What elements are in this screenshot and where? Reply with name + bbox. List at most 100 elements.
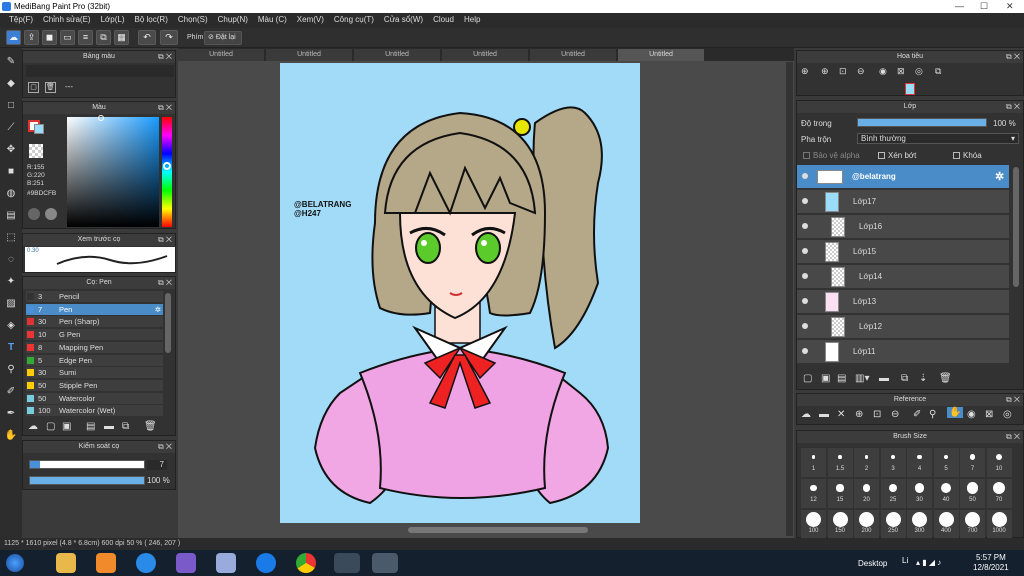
fit-icon[interactable]: ⊡ — [839, 66, 847, 77]
panel-close-icon[interactable]: ⧉ ✕ — [158, 441, 172, 453]
brush-size-option[interactable]: 4 — [907, 448, 932, 477]
rotate-icon[interactable]: ◉ — [879, 66, 887, 77]
brush-delete-icon[interactable]: 🗑 — [144, 421, 157, 432]
layer-item[interactable]: Lớp14 — [797, 265, 1009, 289]
layer-item[interactable]: Lớp15 — [797, 240, 1009, 264]
brush-item[interactable]: 3 Pencil — [26, 291, 163, 302]
zoom-out-icon[interactable]: ⊖ — [857, 66, 865, 77]
ref-reset-icon[interactable]: ◎ — [1003, 409, 1012, 420]
eraser-tool-icon[interactable]: ◆ — [3, 76, 19, 92]
brush-item[interactable]: 30 Pen (Sharp) — [26, 316, 163, 328]
horizontal-scrollbar-thumb[interactable] — [408, 527, 588, 533]
brush-size-option[interactable]: 5 — [933, 448, 959, 477]
new-halftone-layer-icon[interactable]: ▣ — [821, 373, 830, 384]
layer-scrollbar[interactable] — [1013, 167, 1019, 287]
menu-select[interactable]: Chọn(S) — [173, 13, 213, 28]
eye-icon[interactable] — [802, 248, 808, 254]
brush-tool-icon[interactable]: ✎ — [3, 54, 19, 70]
undo-icon[interactable]: ↶ — [138, 30, 156, 45]
redo-icon[interactable]: ↷ — [160, 30, 178, 45]
vertical-scrollbar[interactable] — [786, 62, 793, 536]
layer-item[interactable]: @belatrang ✲ — [797, 165, 1009, 189]
brush-size-slider[interactable] — [29, 460, 145, 469]
ref-close-icon[interactable]: ✕ — [837, 409, 845, 420]
zoom-in-2-icon[interactable]: ⊕ — [821, 66, 829, 77]
desktop-label[interactable]: Desktop — [858, 559, 887, 568]
maximize-icon[interactable]: ☐ — [980, 1, 988, 12]
layer-item[interactable]: Lớp13 — [797, 290, 1009, 314]
close-icon[interactable]: ✕ — [1006, 1, 1014, 12]
eye-icon[interactable] — [802, 198, 808, 204]
brush-size-option[interactable]: 200 — [854, 510, 879, 539]
hand-tool-icon[interactable]: ✋ — [3, 428, 19, 444]
layer-item[interactable]: Lớp16 — [797, 215, 1009, 239]
chrome-icon[interactable] — [296, 553, 316, 573]
file-explorer-icon[interactable] — [56, 553, 76, 573]
select-eraser-icon[interactable]: ◈ — [3, 318, 19, 334]
brush-size-option[interactable]: 1 — [801, 448, 826, 477]
brush-size-option[interactable]: 50 — [960, 479, 985, 508]
brush-size-option[interactable]: 70 — [986, 479, 1012, 508]
blend-mode-select[interactable]: Bình thường ▾ — [857, 133, 1019, 144]
start-button[interactable] — [6, 554, 24, 572]
transparent-swatch[interactable] — [29, 144, 43, 158]
brush-size-option[interactable]: 15 — [827, 479, 853, 508]
brush-size-option[interactable]: 25 — [880, 479, 906, 508]
menu-window[interactable]: Cửa sổ(W) — [379, 13, 428, 28]
add-layer-menu-icon[interactable]: ▥▾ — [855, 373, 869, 384]
tab-untitled-4[interactable]: Untitled — [442, 49, 528, 61]
brush-cloud-icon[interactable]: ☁ — [28, 421, 38, 432]
brush-size-option[interactable]: 40 — [933, 479, 959, 508]
comment-icon[interactable]: ◼ — [42, 30, 57, 45]
gear-icon[interactable]: ✲ — [155, 304, 161, 315]
brush-size-option[interactable]: 1.5 — [827, 448, 853, 477]
brush-size-option[interactable]: 300 — [907, 510, 932, 539]
grid-icon[interactable]: ▦ — [114, 30, 129, 45]
fill-tool-icon[interactable]: ■ — [3, 164, 19, 180]
menu-view[interactable]: Xem(V) — [292, 13, 329, 28]
text-tool-icon[interactable]: T — [3, 340, 19, 356]
menu-help[interactable]: Help — [459, 13, 485, 28]
color-wheel-icon[interactable] — [45, 208, 57, 220]
panel-close-icon[interactable]: ⧉ ✕ — [158, 51, 172, 63]
pen-tool-icon[interactable]: ✒ — [3, 406, 19, 422]
magic-wand-icon[interactable]: ✦ — [3, 274, 19, 290]
gear-icon[interactable]: ✲ — [995, 170, 1004, 183]
line-tool-icon[interactable]: ⟋ — [3, 120, 19, 136]
brush-item[interactable]: 10 G Pen — [26, 329, 163, 341]
chat-icon[interactable]: ▭ — [60, 30, 75, 45]
ref-flip-icon[interactable]: ⊠ — [985, 409, 993, 420]
brush-item[interactable]: 7 Pen ✲ — [26, 303, 163, 315]
ref-fit-icon[interactable]: ⊡ — [873, 409, 881, 420]
layer-item[interactable]: Lớp17 — [797, 190, 1009, 214]
eye-icon[interactable] — [802, 223, 808, 229]
brush-copy-icon[interactable]: ⧉ — [122, 421, 129, 432]
internet-explorer-icon[interactable] — [136, 553, 156, 573]
brush-item[interactable]: 30 Sumi — [26, 367, 163, 379]
eye-icon[interactable] — [802, 348, 808, 354]
select-pen-icon[interactable]: ▨ — [3, 296, 19, 312]
tab-untitled-3[interactable]: Untitled — [354, 49, 440, 61]
ref-rotate-icon[interactable]: ◉ — [967, 409, 976, 420]
artwork-canvas[interactable]: @BELATRANG @H247 — [280, 63, 640, 523]
new-1bit-layer-icon[interactable]: ▤ — [837, 373, 846, 384]
duplicate-layer-icon[interactable]: ⧉ — [901, 373, 908, 384]
eye-icon[interactable] — [802, 323, 808, 329]
menu-layer[interactable]: Lớp(L) — [96, 13, 130, 28]
brush-size-option[interactable]: 250 — [880, 510, 906, 539]
operation-tool-icon[interactable]: ⚲ — [3, 362, 19, 378]
ref-zoom-in-icon[interactable]: ⊕ — [855, 409, 863, 420]
brush-item[interactable]: 50 Stipple Pen — [26, 379, 163, 391]
medibang-active-icon[interactable] — [372, 553, 398, 573]
layer-item[interactable]: Lớp11 — [797, 340, 1009, 364]
ref-eyedropper-icon[interactable]: ✐ — [913, 409, 921, 420]
lasso-tool-icon[interactable]: ◌ — [3, 252, 19, 268]
panel-close-icon[interactable]: ⧉ ✕ — [1006, 431, 1020, 443]
menu-cloud[interactable]: Cloud — [428, 13, 459, 28]
panel-close-icon[interactable]: ⧉ ✕ — [158, 102, 172, 114]
tab-untitled-5[interactable]: Untitled — [530, 49, 616, 61]
ref-cloud-icon[interactable]: ☁ — [801, 409, 811, 420]
panel-close-icon[interactable]: ⧉ ✕ — [1006, 394, 1020, 406]
brush-size-option[interactable]: 400 — [933, 510, 959, 539]
brush-folder-icon[interactable]: ▬ — [104, 421, 114, 432]
